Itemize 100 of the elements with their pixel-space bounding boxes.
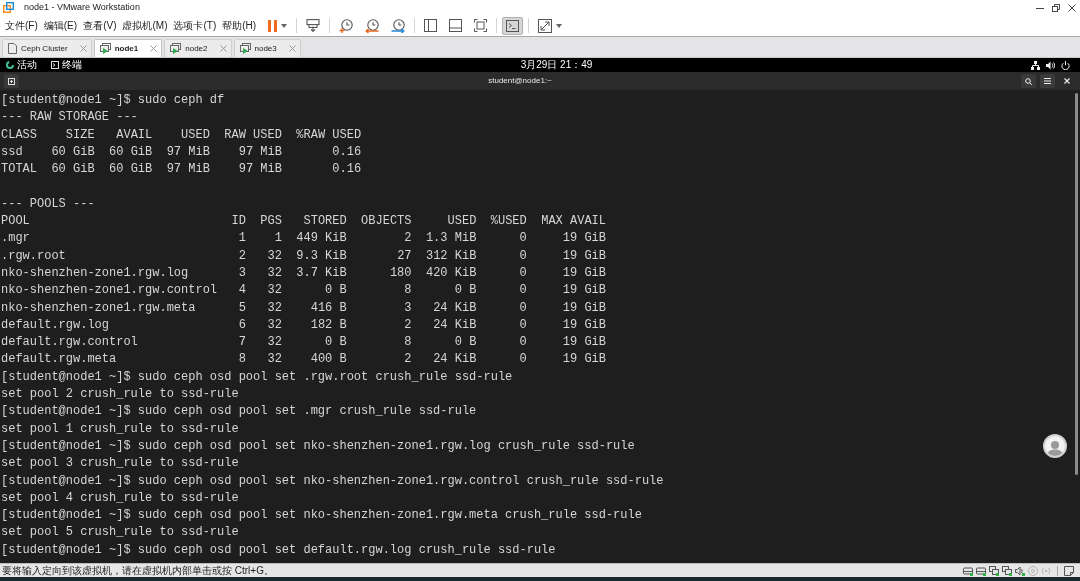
column-header: STORED [303,214,347,229]
shell-prompt: [student@node1 ~]$ [1,438,131,453]
menu-item[interactable]: 帮助(H) [222,18,257,33]
table-cell: 32 [267,248,282,263]
monitor-play-icon [99,43,111,54]
column-header: %USED [490,214,527,229]
table-cell: 32 [267,265,282,280]
computer-arrow-icon [306,19,321,32]
power-icon[interactable] [1061,60,1070,70]
tab[interactable]: node2 [164,39,232,57]
terminal-icon [51,61,59,69]
column-header: OBJECTS [361,214,412,229]
table-cell: 0 [519,283,527,298]
table-cell: 3.7 KiB [296,265,347,280]
output-line: set pool 1 crush_rule to ssd-rule [1,421,239,436]
table-cell: 4 [238,283,246,298]
table-cell: 19 GiB [562,283,606,298]
plus-square-icon [8,77,15,85]
menu-item[interactable]: 选项卡(T) [173,18,217,33]
new-tab-button[interactable] [4,74,19,88]
network-icon[interactable] [1031,60,1040,70]
command-text: sudo ceph osd pool set nko-shenzhen-zone1.rgw.control crush_rule ssd-rule [137,473,664,488]
app-menu-button[interactable]: 终端 [51,60,82,70]
restore-icon[interactable] [1052,3,1060,12]
table-cell: 8 [404,283,412,298]
network-adapter-icon[interactable] [1002,565,1012,576]
command-text: sudo ceph osd pool set nko-shenzhen-zone1.rgw.meta crush_rule ssd-rule [137,508,642,523]
tab[interactable]: node1 [93,39,163,57]
table-cell: 2 [404,352,412,367]
table-cell: 449 KiB [296,231,347,246]
date-time[interactable]: 3月29日 21：49 [520,60,593,70]
table-cell: 19 GiB [562,248,606,263]
table-cell: 0 [519,300,527,315]
table-cell: 8 [238,352,246,367]
speaker-icon[interactable] [1015,565,1025,576]
avatar-icon[interactable] [1043,434,1067,458]
close-icon[interactable] [1068,3,1076,12]
menu-button[interactable] [1040,74,1055,88]
table-cell: 420 KiB [425,265,477,280]
table-cell: nko-shenzhen-zone1.rgw.control [1,283,218,298]
column-header: USED [181,127,210,142]
table-cell: 312 KiB [425,248,477,263]
clock-plus-icon [339,18,354,33]
table-cell: 1.3 MiB [425,231,477,246]
command-text: sudo ceph osd pool set nko-shenzhen-zone1.rgw.log crush_rule ssd-rule [137,438,635,453]
monitor-play-icon [239,43,251,54]
table-cell: 0 [519,231,527,246]
shell-prompt: [student@node1 ~]$ [1,93,131,107]
table-cell: 0 B [325,335,347,350]
volume-icon[interactable] [1046,60,1055,70]
table-cell: 2 [238,248,246,263]
caret-icon [281,23,288,28]
table-cell: 0.16 [332,144,362,159]
table-cell: 3 [238,265,246,280]
column-header: PGS [260,214,282,229]
table-cell: default.rgw.log [1,317,110,332]
document-icon [8,43,17,54]
table-cell: 24 KiB [433,352,477,367]
shell-prompt: [student@node1 ~]$ [1,542,131,557]
table-cell: 1 [274,231,282,246]
menu-item[interactable]: 文件(F) [5,18,38,33]
command-text: sudo ceph osd pool set .mgr crush_rule ssd-rule [137,404,477,419]
table-cell: nko-shenzhen-zone1.rgw.meta [1,300,196,315]
table-cell: default.rgw.meta [1,352,117,367]
table-cell: .mgr [1,231,30,246]
table-cell: nko-shenzhen-zone1.rgw.log [1,265,189,280]
table-cell: 2 [404,231,412,246]
console-view-button[interactable] [502,16,524,35]
table-cell: 1 [238,231,246,246]
table-cell: 0 [519,352,527,367]
activities-button[interactable]: 活动 [6,60,37,70]
output-line: set pool 5 crush_rule to ssd-rule [1,525,239,540]
table-cell: 6 [238,317,246,332]
menu-item[interactable]: 查看(V) [83,18,117,33]
shell-prompt: [student@node1 ~]$ [1,404,131,419]
note-icon[interactable] [1064,565,1074,576]
output-line: set pool 2 crush_rule to ssd-rule [1,387,239,402]
table-cell: 32 [267,283,282,298]
tab[interactable]: Ceph Cluster [2,39,92,57]
column-header: %RAW USED [296,127,362,142]
table-cell: 32 [267,317,282,332]
network-adapter-icon[interactable] [989,565,999,576]
table-cell: 7 [238,335,246,350]
menu-item[interactable]: 虚拟机(M) [122,18,168,33]
output-line: --- POOLS --- [1,196,95,211]
table-cell: 60 GiB [51,162,95,177]
status-message: 要将输入定向到该虚拟机，请在虚拟机内部单击或按 Ctrl+G。 [2,565,274,576]
scrollbar[interactable] [1075,93,1078,475]
tab[interactable]: node3 [233,39,301,57]
table-cell: 19 GiB [562,300,606,315]
table-cell: 97 MiB [166,144,210,159]
pause-icon [268,19,278,32]
table-cell: TOTAL [1,162,37,177]
search-button[interactable] [1021,74,1036,88]
output-line: set pool 3 crush_rule to ssd-rule [1,456,239,471]
table-cell: 0 B [325,283,347,298]
shell-prompt: [student@node1 ~]$ [1,473,131,488]
table-cell: 0 B [454,335,477,350]
table-cell: 0 [519,265,527,280]
menu-item[interactable]: 编辑(E) [43,18,78,33]
